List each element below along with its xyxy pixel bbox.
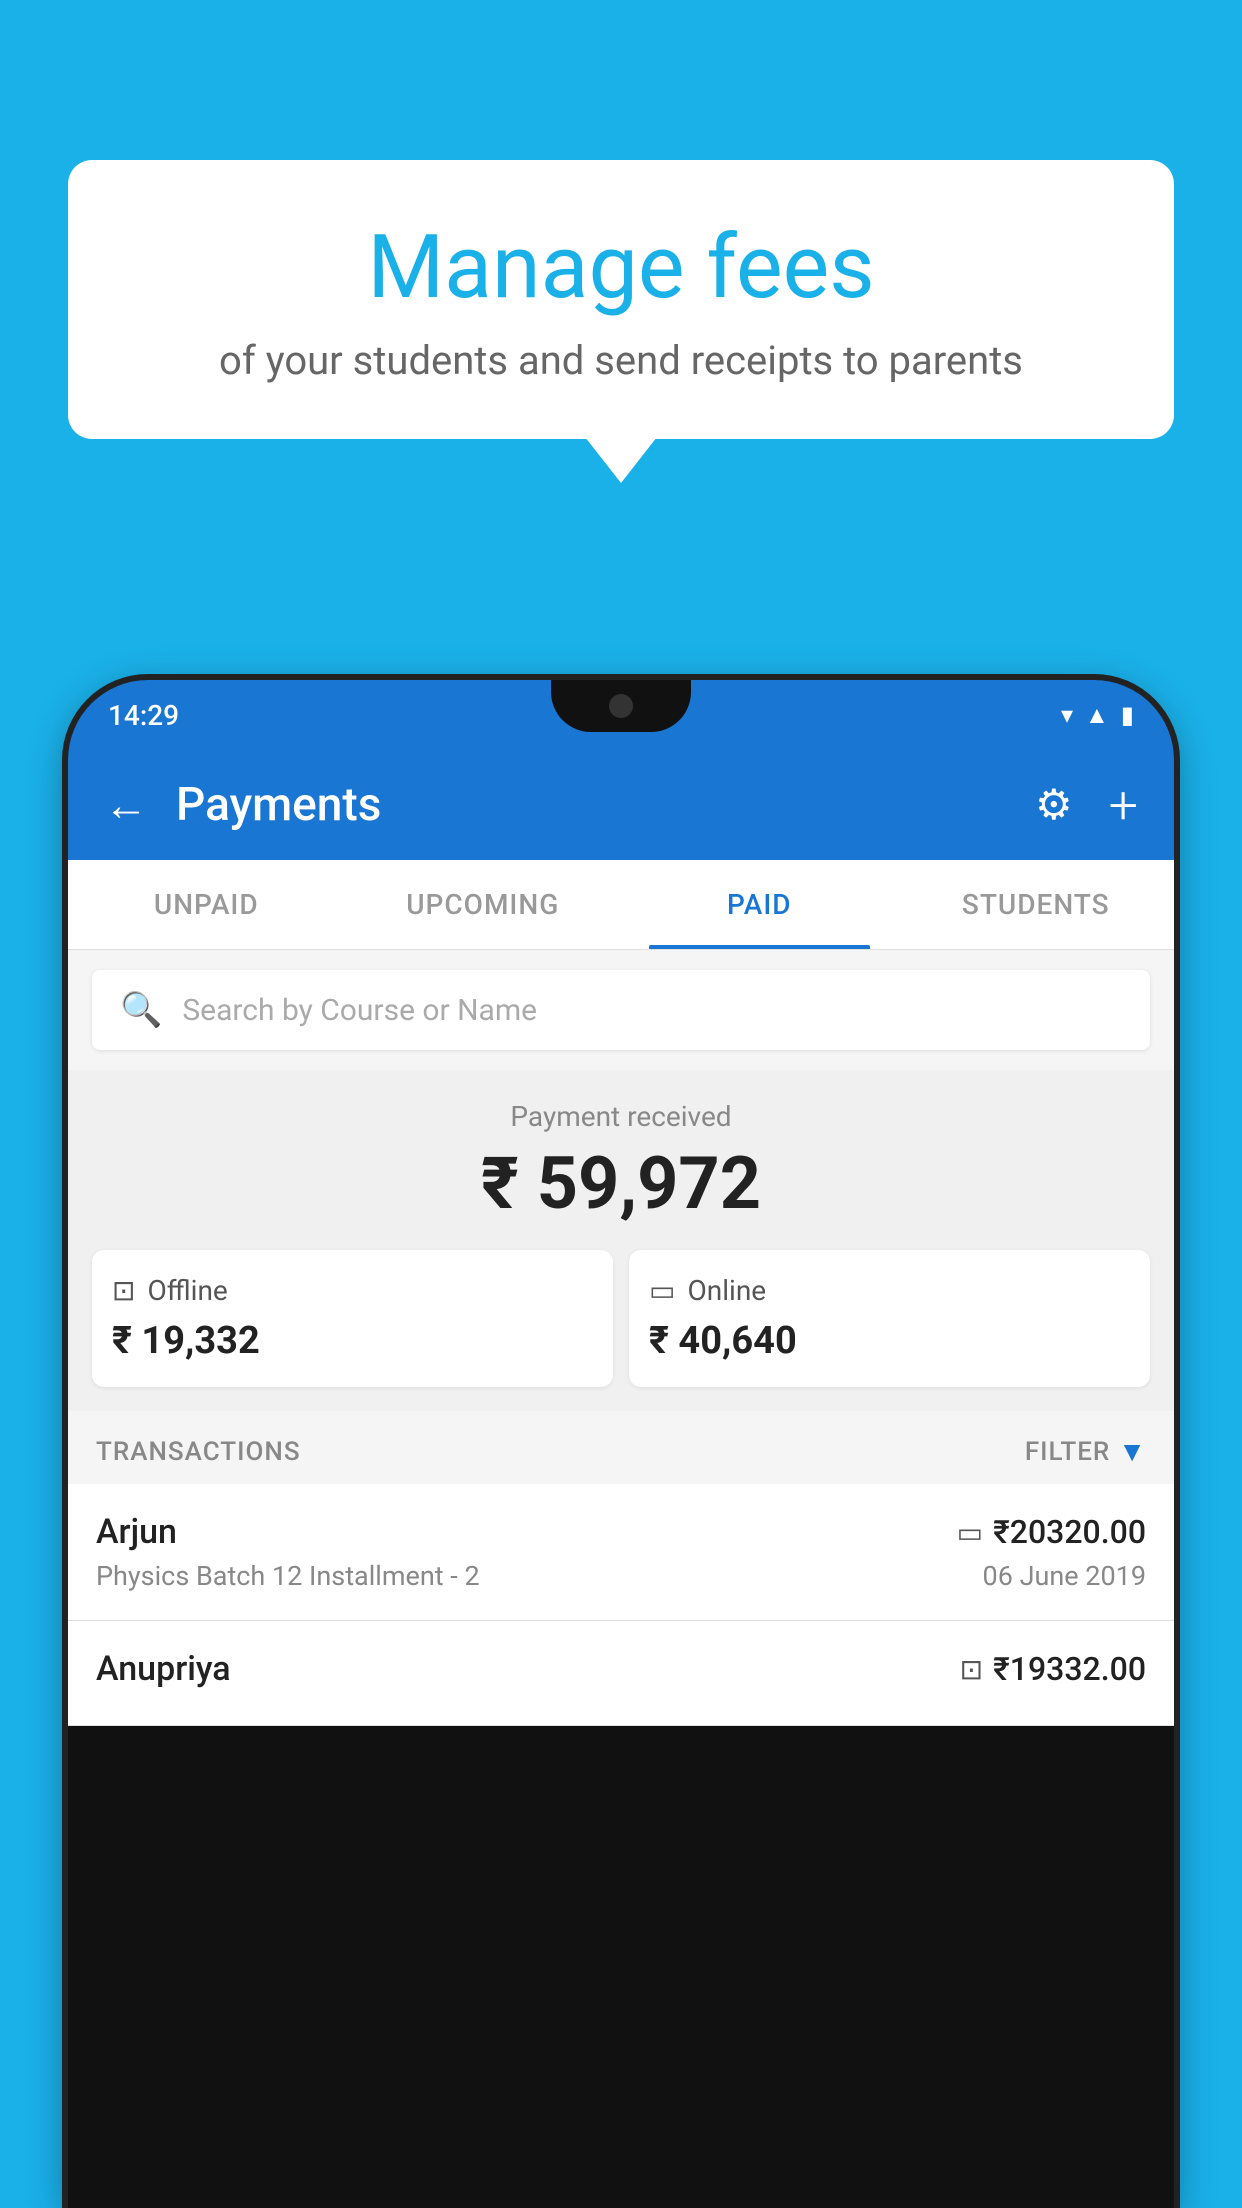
transaction-name: Arjun <box>96 1512 177 1552</box>
transaction-bottom: Physics Batch 12 Installment - 2 06 June… <box>96 1560 1146 1592</box>
filter-icon[interactable]: ▼ <box>1118 1435 1146 1468</box>
offline-card: ⊡ Offline ₹ 19,332 <box>92 1250 613 1387</box>
settings-icon[interactable]: ⚙ <box>1035 780 1073 830</box>
tab-students[interactable]: STUDENTS <box>898 860 1175 949</box>
online-icon: ▭ <box>649 1274 675 1307</box>
signal-icon: ▲ <box>1085 701 1109 730</box>
phone-screen: 14:29 ▾ ▲ ▮ ← Payments ⚙ + UNPAID <box>68 680 1174 2208</box>
tab-paid[interactable]: PAID <box>621 860 898 949</box>
table-row[interactable]: Arjun ▭ ₹20320.00 Physics Batch 12 Insta… <box>68 1484 1174 1621</box>
payment-received-section: Payment received ₹ 59,972 ⊡ Offline ₹ 19… <box>68 1070 1174 1411</box>
transaction-amount-wrap: ⊡ ₹19332.00 <box>960 1650 1146 1688</box>
offline-amount: ₹ 19,332 <box>112 1319 593 1363</box>
bubble-subtitle: of your students and send receipts to pa… <box>118 337 1124 384</box>
tab-upcoming[interactable]: UPCOMING <box>345 860 622 949</box>
transaction-name: Anupriya <box>96 1649 231 1689</box>
offline-icon: ⊡ <box>112 1274 135 1307</box>
transaction-top: Arjun ▭ ₹20320.00 <box>96 1512 1146 1552</box>
camera <box>609 694 633 718</box>
card-icon: ▭ <box>957 1516 983 1549</box>
transaction-top: Anupriya ⊡ ₹19332.00 <box>96 1649 1146 1689</box>
wifi-icon: ▾ <box>1061 701 1073 729</box>
search-icon: 🔍 <box>120 990 162 1030</box>
transaction-amount: ₹20320.00 <box>993 1513 1146 1551</box>
tabs-bar: UNPAID UPCOMING PAID STUDENTS <box>68 860 1174 950</box>
transactions-label: TRANSACTIONS <box>96 1437 1025 1467</box>
transaction-course: Physics Batch 12 Installment - 2 <box>96 1560 480 1592</box>
add-icon[interactable]: + <box>1109 775 1138 836</box>
transactions-header: TRANSACTIONS FILTER ▼ <box>68 1411 1174 1484</box>
status-time: 14:29 <box>108 699 179 732</box>
search-input[interactable]: Search by Course or Name <box>182 993 537 1028</box>
screen-content: 🔍 Search by Course or Name Payment recei… <box>68 950 1174 1726</box>
cash-icon: ⊡ <box>960 1653 983 1686</box>
online-card: ▭ Online ₹ 40,640 <box>629 1250 1150 1387</box>
offline-card-header: ⊡ Offline <box>112 1274 593 1307</box>
offline-type: Offline <box>147 1274 227 1307</box>
speech-bubble: Manage fees of your students and send re… <box>68 160 1174 439</box>
table-row[interactable]: Anupriya ⊡ ₹19332.00 <box>68 1621 1174 1726</box>
online-amount: ₹ 40,640 <box>649 1319 1130 1363</box>
online-card-header: ▭ Online <box>649 1274 1130 1307</box>
notch <box>551 680 691 732</box>
online-type: Online <box>687 1274 766 1307</box>
app-bar: ← Payments ⚙ + <box>68 750 1174 860</box>
transaction-amount-wrap: ▭ ₹20320.00 <box>957 1513 1146 1551</box>
battery-icon: ▮ <box>1121 701 1134 729</box>
payment-amount: ₹ 59,972 <box>92 1141 1150 1226</box>
page-title: Payments <box>176 778 1035 832</box>
payment-cards: ⊡ Offline ₹ 19,332 ▭ Online ₹ 40,640 <box>92 1250 1150 1387</box>
transaction-date: 06 June 2019 <box>983 1560 1146 1592</box>
status-icons: ▾ ▲ ▮ <box>1061 701 1134 730</box>
tab-unpaid[interactable]: UNPAID <box>68 860 345 949</box>
filter-label: FILTER <box>1025 1437 1110 1467</box>
search-bar[interactable]: 🔍 Search by Course or Name <box>92 970 1150 1050</box>
transaction-amount: ₹19332.00 <box>993 1650 1146 1688</box>
phone-frame: 14:29 ▾ ▲ ▮ ← Payments ⚙ + UNPAID <box>68 680 1174 2208</box>
back-button[interactable]: ← <box>104 779 148 831</box>
payment-label: Payment received <box>92 1100 1150 1133</box>
app-bar-actions: ⚙ + <box>1035 775 1138 836</box>
bubble-title: Manage fees <box>118 220 1124 317</box>
